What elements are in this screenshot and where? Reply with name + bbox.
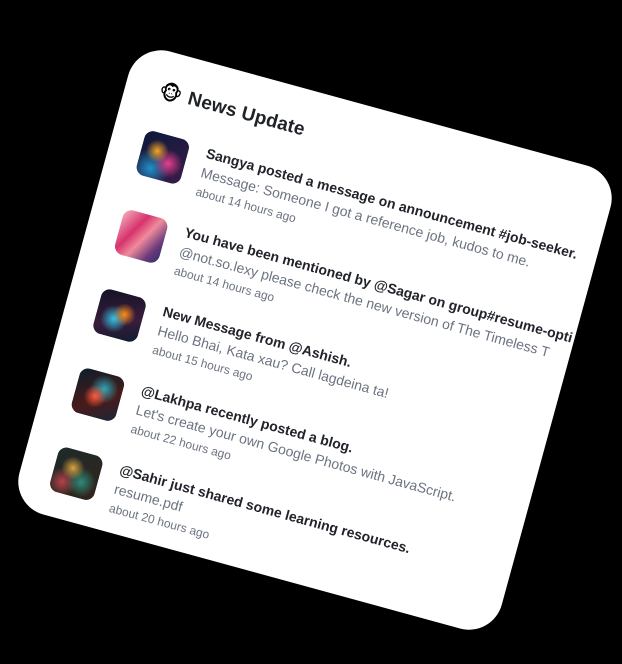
page-title: News Update [185, 88, 308, 141]
floral-abstract-thumbnail [47, 445, 105, 502]
news-update-card: 🐵 News Update Sangya posted a message on… [10, 42, 620, 638]
abstract-swirl-thumbnail [134, 129, 192, 186]
fire-abstract-thumbnail [69, 366, 127, 423]
pink-gradient-thumbnail [112, 208, 170, 265]
stage: 🐵 News Update Sangya posted a message on… [0, 0, 622, 664]
notification-feed: Sangya posted a message on announcement … [39, 126, 619, 637]
neon-abstract-thumbnail [91, 287, 148, 344]
card-header: 🐵 News Update [156, 80, 307, 141]
monkey-face-icon: 🐵 [156, 80, 185, 108]
